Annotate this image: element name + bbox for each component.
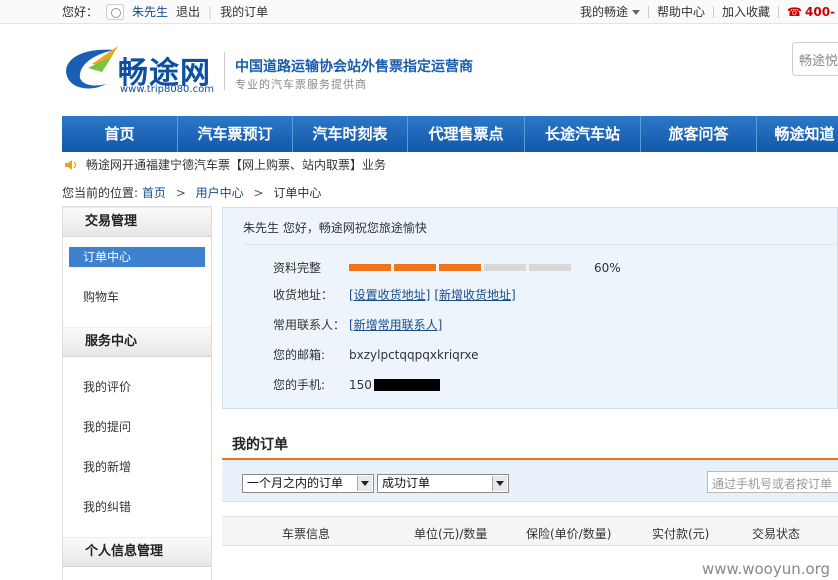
header-subslogan: 专业的汽车票服务提供商: [235, 78, 367, 91]
orders-title: 我的订单: [232, 437, 288, 453]
brand-url: www.trip8080.com: [120, 84, 214, 95]
progress-segment: [484, 264, 526, 271]
chevron-down-icon: [357, 476, 372, 491]
nav-item-ticket-booking[interactable]: 汽车票预订: [178, 116, 293, 152]
my-changtu-menu[interactable]: 我的畅途: [580, 3, 641, 20]
divider: [713, 5, 715, 18]
phone-row: 您的手机: 150: [273, 376, 440, 393]
sidebar: 交易管理 订单中心 购物车 服务中心 我的评价 我的提问 我的新增 我的纠错 个…: [62, 206, 212, 580]
sidebar-item-cart[interactable]: 购物车: [63, 277, 211, 317]
breadcrumb: 您当前的位置: 首页 > 用户中心 > 订单中心: [62, 184, 321, 201]
announcement: 畅途网开通福建宁德汽车票【网上购票、站内取票】业务: [64, 156, 386, 173]
divider: [778, 5, 780, 18]
progress-segment: [529, 264, 571, 271]
add-address-link[interactable]: [新增收货地址]: [434, 286, 515, 303]
email-value: bxzylpctqqpqxkriqrxe: [349, 347, 479, 362]
divider: [243, 244, 837, 245]
watermark: www.wooyun.org: [702, 560, 831, 578]
sidebar-item-corrections[interactable]: 我的纠错: [63, 487, 211, 527]
completeness-label: 资料完整: [273, 261, 322, 275]
contacts-row: 常用联系人： [新增常用联系人]: [273, 316, 446, 333]
divider: [648, 5, 650, 18]
redaction-block: [373, 378, 440, 391]
breadcrumb-separator: >: [175, 186, 186, 200]
announcement-text[interactable]: 畅途网开通福建宁德汽车票【网上购票、站内取票】业务: [86, 156, 386, 173]
breadcrumb-prefix: 您当前的位置:: [62, 186, 139, 200]
sidebar-item-additions[interactable]: 我的新增: [63, 447, 211, 487]
status-select-value: 成功订单: [382, 476, 431, 490]
top-bar-left: 您好： 朱先生 退出 | 我的订单: [62, 3, 276, 20]
email-label: 您的邮箱:: [273, 348, 326, 362]
help-center-link[interactable]: 帮助中心: [657, 3, 705, 20]
greeting-text: 您好：: [62, 5, 99, 19]
completeness-row: 资料完整 60%: [273, 259, 621, 276]
nav-item-qa[interactable]: 旅客问答: [641, 116, 757, 152]
my-changtu-label: 我的畅途: [580, 5, 629, 19]
set-address-link[interactable]: [设置收货地址]: [349, 286, 430, 303]
order-search-input[interactable]: 通过手机号或者按订单: [707, 471, 838, 493]
sidebar-item-questions[interactable]: 我的提问: [63, 407, 211, 447]
column-insurance: 保险(单价/数量): [526, 527, 612, 541]
sidebar-item-order-center[interactable]: 订单中心: [69, 247, 205, 267]
nav-item-knowledge[interactable]: 畅途知道: [757, 116, 838, 152]
sidebar-section-personal-info: 个人信息管理: [63, 537, 211, 567]
speaker-icon: [65, 159, 77, 170]
progress-segment: [439, 264, 481, 271]
breadcrumb-home[interactable]: 首页: [142, 186, 166, 200]
nav-item-agency-outlets[interactable]: 代理售票点: [408, 116, 525, 152]
column-ticket-info: 车票信息: [282, 527, 331, 541]
chevron-down-icon: [632, 10, 641, 15]
column-unit-quantity: 单位(元)/数量: [414, 527, 488, 541]
nav-item-home[interactable]: 首页: [62, 116, 178, 152]
progress-segment: [394, 264, 436, 271]
my-orders-link[interactable]: 我的订单: [220, 3, 268, 20]
logout-link[interactable]: 退出: [176, 3, 200, 20]
user-name-link[interactable]: 朱先生: [132, 3, 168, 20]
address-label: 收货地址：: [273, 288, 334, 302]
orders-filter-bar: 一个月之内的订单 成功订单 通过手机号或者按订单: [222, 460, 838, 502]
profile-greeting: 朱先生 您好，畅途网祝您旅途愉快: [243, 221, 427, 235]
column-paid-amount: 实付款(元): [652, 527, 710, 541]
phone-value: 150: [349, 377, 372, 392]
phone-label: 您的手机:: [273, 378, 326, 392]
sidebar-section-transactions: 交易管理: [63, 207, 211, 237]
orders-table-header: 车票信息 单位(元)/数量 保险(单价/数量) 实付款(元) 交易状态: [222, 516, 838, 546]
hotline-number: 400-: [805, 4, 836, 19]
nav-item-bus-stations[interactable]: 长途汽车站: [525, 116, 641, 152]
chevron-down-icon: [492, 476, 507, 491]
period-select[interactable]: 一个月之内的订单: [242, 474, 374, 493]
top-bar-right: 我的畅途 帮助中心 加入收藏 ☎ 400-: [580, 3, 835, 20]
email-row: 您的邮箱: bxzylpctqqpqxkriqrxe: [273, 346, 479, 363]
contacts-label: 常用联系人：: [273, 318, 346, 332]
status-select[interactable]: 成功订单: [377, 474, 509, 493]
completeness-progress-bar: [349, 264, 574, 271]
sidebar-item-reviews[interactable]: 我的评价: [63, 367, 211, 407]
main-nav: 首页 汽车票预订 汽车时刻表 代理售票点 长途汽车站 旅客问答 畅途知道: [62, 116, 838, 152]
logo-swoosh-icon: [66, 46, 118, 89]
header-search-input[interactable]: 畅途悦: [792, 42, 838, 76]
top-bar-separator: |: [208, 4, 213, 19]
phone-icon: ☎: [787, 4, 802, 19]
column-status: 交易状态: [752, 527, 801, 541]
breadcrumb-user-center[interactable]: 用户中心: [196, 186, 244, 200]
add-contact-link[interactable]: [新增常用联系人]: [349, 316, 442, 333]
breadcrumb-separator: >: [253, 186, 264, 200]
period-select-value: 一个月之内的订单: [247, 476, 344, 490]
header-slogan: 中国道路运输协会站外售票指定运营商: [235, 59, 473, 75]
address-row: 收货地址： [设置收货地址] [新增收货地址]: [273, 286, 520, 303]
profile-panel: 朱先生 您好，畅途网祝您旅途愉快 资料完整 60% 收货地址： [设置收货地址]…: [222, 207, 838, 409]
add-favorite-link[interactable]: 加入收藏: [722, 3, 770, 20]
top-bar: 您好： 朱先生 退出 | 我的订单 我的畅途 帮助中心 加入收藏 ☎ 400-: [0, 0, 838, 24]
site-logo[interactable]: 畅途网 www.trip8080.com: [62, 38, 222, 98]
nav-item-timetable[interactable]: 汽车时刻表: [293, 116, 408, 152]
sidebar-section-service: 服务中心: [63, 327, 211, 357]
qq-icon: [106, 3, 125, 20]
breadcrumb-current: 订单中心: [273, 186, 322, 200]
completeness-percent: 60%: [594, 260, 621, 275]
header-divider: [224, 52, 225, 90]
progress-segment: [349, 264, 391, 271]
